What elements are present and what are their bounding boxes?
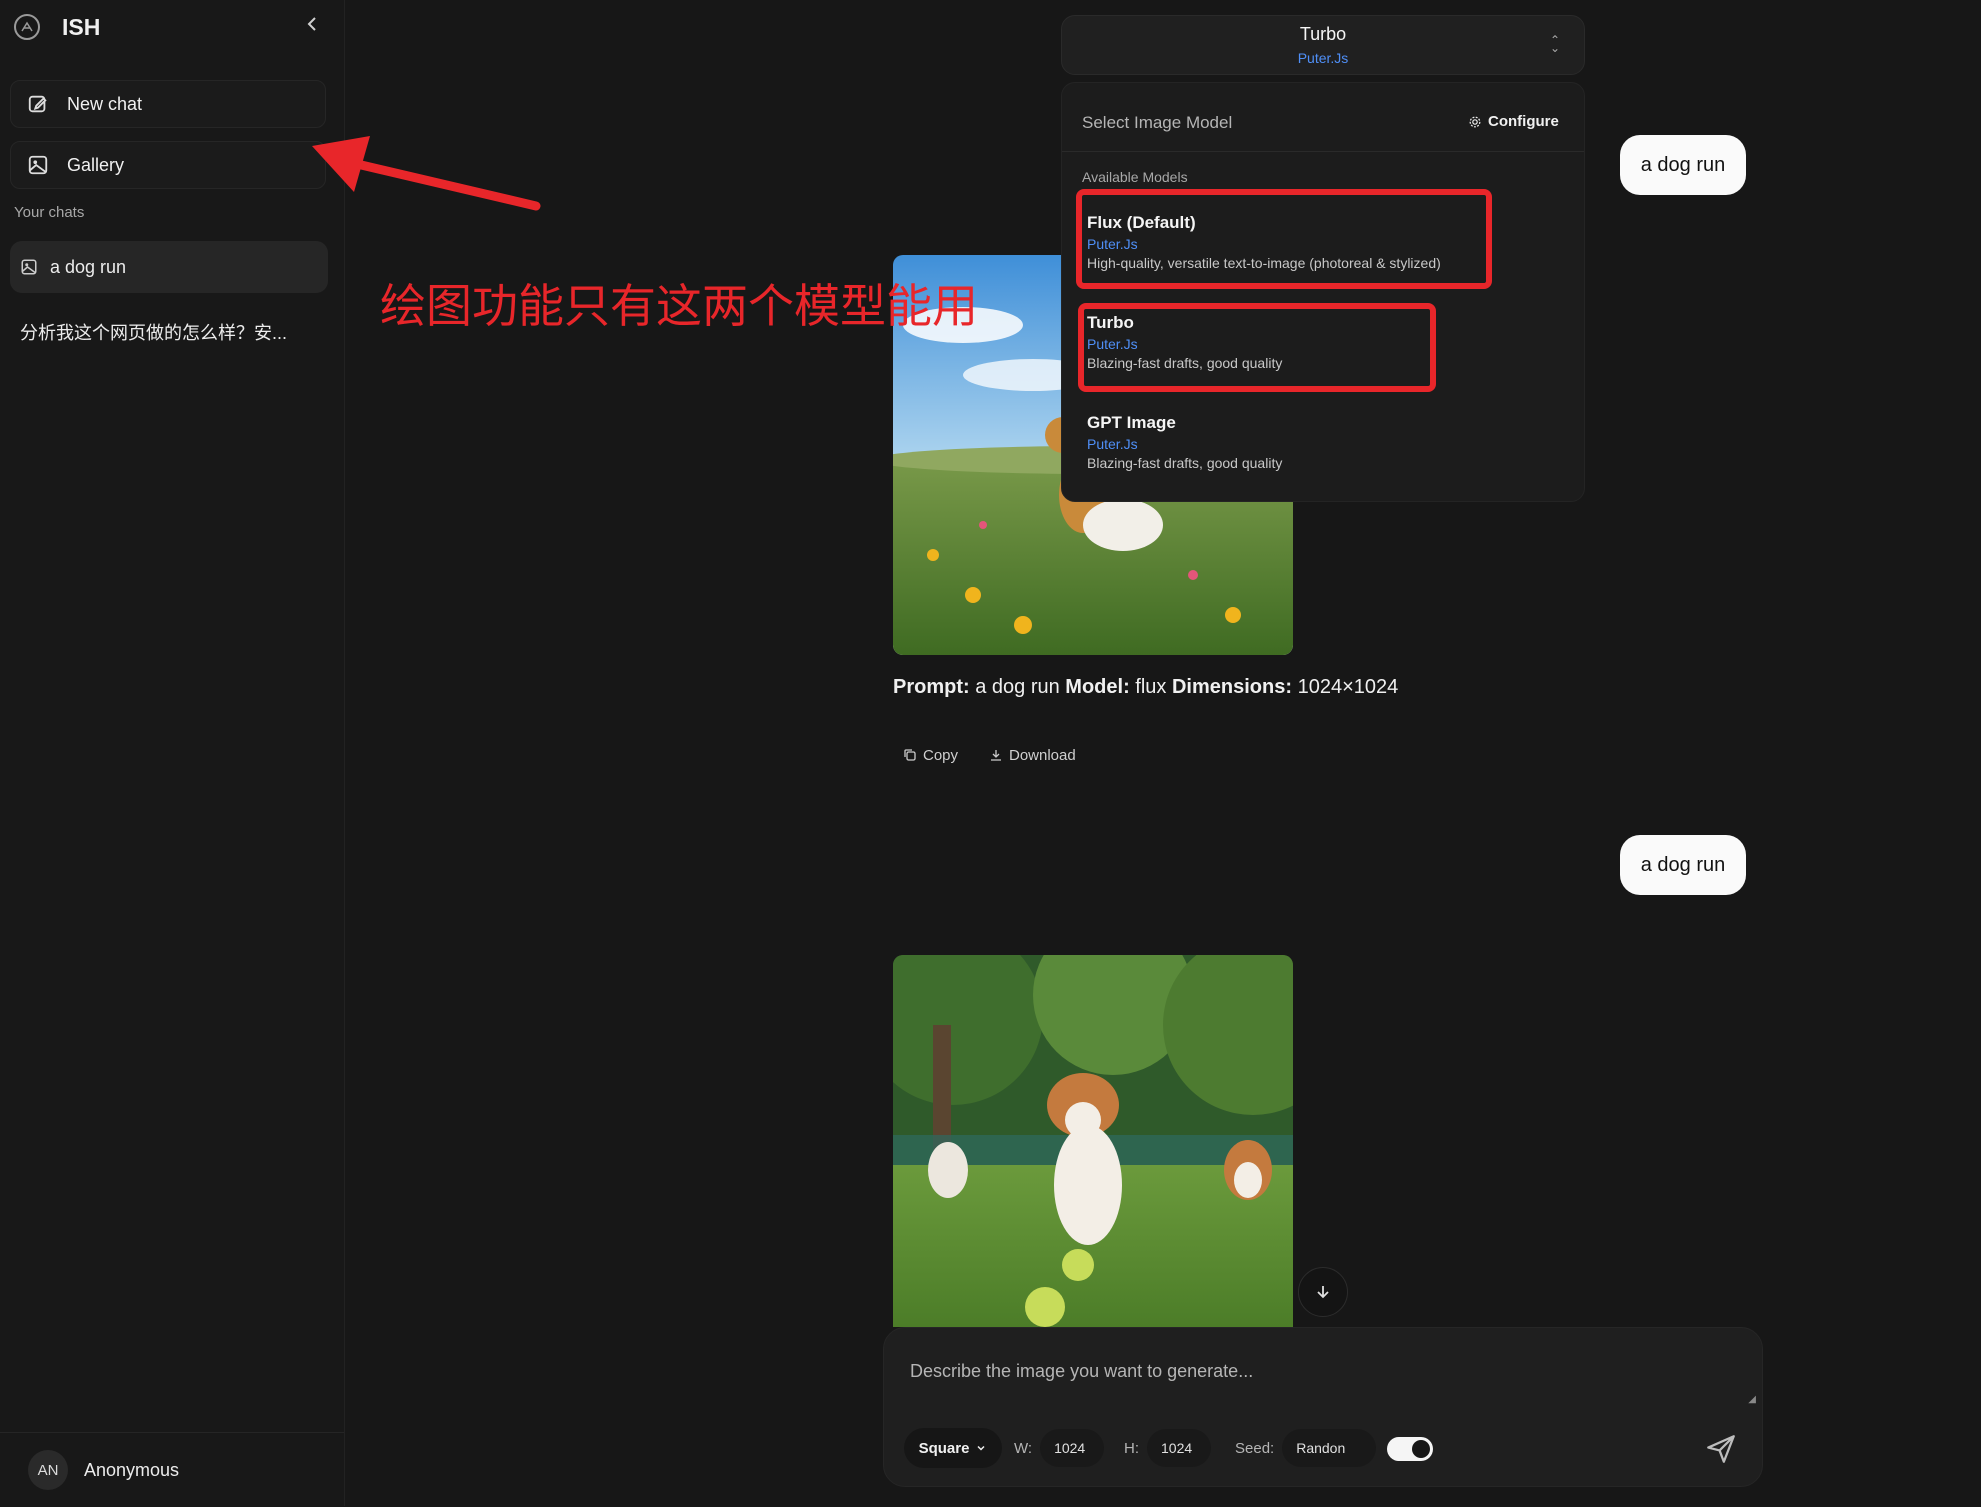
copy-button[interactable]: Copy: [903, 744, 958, 766]
width-control: W: 1024: [1014, 1428, 1105, 1468]
chevron-up-down-icon: ⌃ ⌄: [1549, 33, 1560, 55]
download-icon: [991, 750, 1001, 761]
prompt-value: a dog run: [969, 676, 1066, 698]
new-chat-label: New chat: [67, 93, 143, 114]
available-models-label: Available Models: [1082, 169, 1188, 185]
model-key: Model:: [1065, 676, 1130, 698]
prompt-input[interactable]: [908, 1350, 1712, 1392]
collapse-sidebar-button[interactable]: [300, 12, 324, 36]
image-details: Prompt: a dog run Model: flux Dimensions…: [893, 676, 1398, 699]
avatar: AN: [28, 1450, 68, 1490]
toggle-switch[interactable]: [1387, 1437, 1433, 1461]
send-icon[interactable]: [1704, 1432, 1738, 1466]
chat-item-label: 分析我这个网页做的怎么样？安...: [20, 323, 288, 343]
gallery-label: Gallery: [67, 154, 125, 175]
width-input[interactable]: 1024: [1040, 1429, 1105, 1467]
resize-handle[interactable]: ◢: [1748, 1394, 1756, 1405]
current-model-name: Turbo: [1299, 24, 1347, 44]
model-description: Blazing-fast drafts, good quality: [1087, 455, 1283, 471]
model-option-gpt-image[interactable]: GPT Image Puter.Js Blazing-fast drafts, …: [1087, 413, 1547, 471]
annotation-arrow: [312, 136, 541, 211]
download-label: Download: [1009, 746, 1076, 764]
annotation-text: 绘图功能只有这两个模型能用: [380, 279, 978, 333]
aspect-ratio-value: Square: [918, 1439, 970, 1457]
aspect-ratio-select[interactable]: Square: [904, 1428, 1002, 1468]
chat-item[interactable]: a dog run: [10, 241, 328, 293]
edit-icon: [28, 95, 47, 113]
current-model-provider: Puter.Js: [1297, 50, 1349, 66]
width-label: W:: [1014, 1439, 1033, 1457]
dropdown-title: Select Image Model: [1082, 113, 1233, 132]
copy-icon: [904, 749, 916, 761]
dimensions-key: Dimensions:: [1171, 676, 1293, 698]
model-value: flux: [1129, 676, 1172, 698]
user-message-bubble: a dog run: [1620, 135, 1746, 195]
new-chat-button[interactable]: New chat: [10, 80, 326, 128]
generated-image[interactable]: [893, 955, 1293, 1327]
annotation-highlight-box: [1078, 303, 1436, 392]
annotation-highlight-box: [1076, 189, 1492, 289]
chevron-down-icon: [977, 1445, 985, 1451]
brand[interactable]: ISH: [14, 10, 100, 44]
height-input[interactable]: 1024: [1147, 1429, 1211, 1467]
model-name: GPT Image: [1087, 413, 1176, 432]
seed-control: Seed: Randon: [1235, 1428, 1377, 1468]
image-icon: [28, 155, 48, 175]
height-label: H:: [1124, 1439, 1139, 1457]
toggle-knob: [1412, 1440, 1430, 1458]
seed-label: Seed:: [1235, 1439, 1275, 1457]
prompt-composer: ◢ Square W: 1024 H: 1024 Seed: Randon: [883, 1327, 1763, 1487]
configure-label: Configure: [1488, 113, 1559, 130]
model-provider: Puter.Js: [1087, 436, 1138, 452]
gear-icon: [1469, 116, 1481, 127]
chat-item[interactable]: 分析我这个网页做的怎么样？安...: [10, 306, 328, 358]
model-selector-button[interactable]: Turbo Puter.Js ⌃ ⌄: [1061, 15, 1585, 75]
chat-item-label: a dog run: [50, 256, 127, 277]
model-dropdown: Select Image Model Configure Available M…: [1061, 82, 1585, 502]
user-profile[interactable]: AN Anonymous: [0, 1432, 344, 1507]
logo-icon: [14, 14, 40, 40]
your-chats-label: Your chats: [14, 204, 85, 221]
seed-input[interactable]: Randon: [1282, 1429, 1377, 1467]
dimensions-value: 1024×1024: [1292, 676, 1399, 698]
gallery-button[interactable]: Gallery: [10, 141, 326, 189]
brand-name: ISH: [62, 13, 101, 40]
arrow-down-icon: [1317, 1286, 1329, 1299]
scroll-to-bottom-button[interactable]: [1298, 1267, 1348, 1317]
configure-button[interactable]: Configure: [1468, 113, 1559, 130]
chevron-left-icon: [307, 17, 316, 31]
height-control: H: 1024: [1124, 1428, 1211, 1468]
sidebar: ISH New chat Gallery Your chats a dog ru…: [0, 0, 345, 1506]
image-icon: [21, 259, 37, 275]
user-name: Anonymous: [84, 1459, 180, 1480]
divider: [1062, 151, 1584, 152]
copy-label: Copy: [923, 746, 959, 764]
prompt-key: Prompt:: [893, 676, 970, 698]
user-message-bubble: a dog run: [1620, 835, 1746, 895]
download-button[interactable]: Download: [989, 744, 1076, 766]
